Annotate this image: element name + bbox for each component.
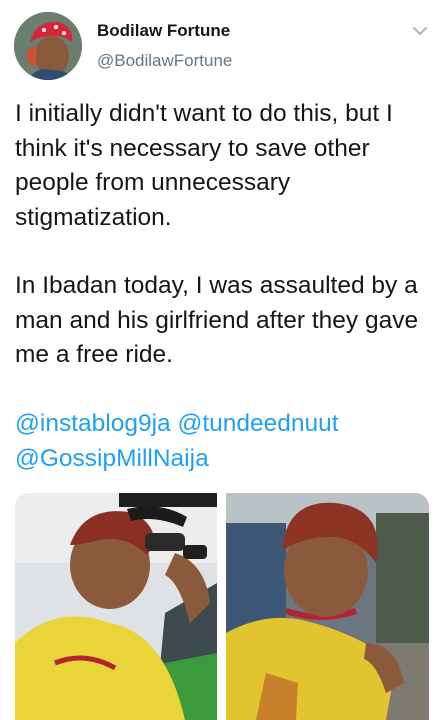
- chevron-down-icon[interactable]: [410, 24, 430, 38]
- tweet-media: [15, 493, 429, 720]
- tweet-paragraph: I initially didn't want to do this, but …: [15, 100, 393, 231]
- user-handle[interactable]: @BodilawFortune: [97, 51, 232, 71]
- mention-link[interactable]: @instablog9ja: [15, 410, 171, 437]
- media-photo[interactable]: [15, 493, 217, 720]
- media-photo[interactable]: [226, 493, 429, 720]
- display-name[interactable]: Bodilaw Fortune: [97, 21, 230, 41]
- mentions: @instablog9ja @tundeednuut @GossipMillNa…: [15, 407, 435, 476]
- tweet-paragraph: In Ibadan today, I was assaulted by a ma…: [15, 272, 419, 368]
- avatar[interactable]: [14, 12, 82, 80]
- tweet-header: Bodilaw Fortune @BodilawFortune: [0, 0, 443, 90]
- mention-link[interactable]: @GossipMillNaija: [15, 445, 209, 472]
- selfie-image: [15, 493, 217, 720]
- mention-link[interactable]: @tundeednuut: [177, 410, 338, 437]
- avatar-image: [14, 12, 82, 80]
- photo-image: [226, 493, 429, 720]
